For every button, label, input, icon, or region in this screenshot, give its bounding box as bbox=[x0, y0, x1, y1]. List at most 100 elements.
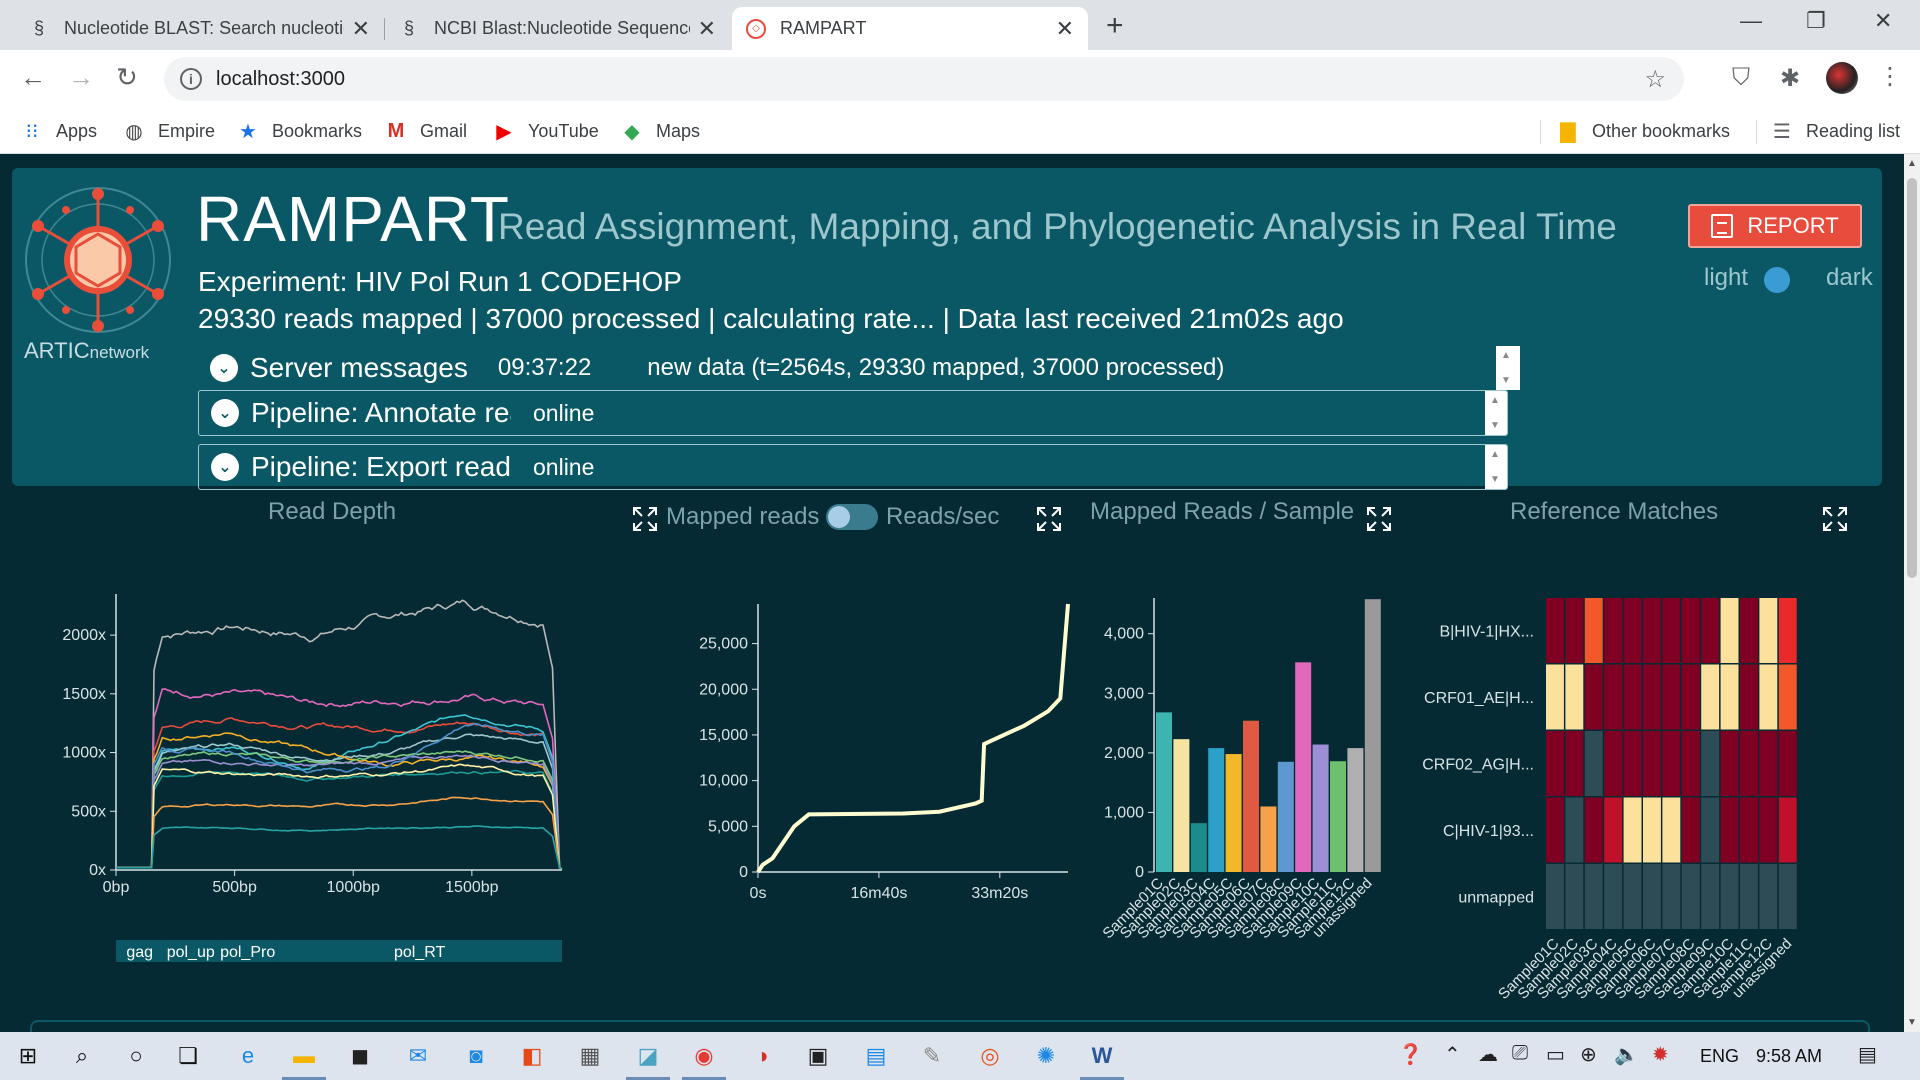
bookmark-separator bbox=[1756, 120, 1757, 144]
settings-icon[interactable]: ✺ bbox=[1030, 1040, 1062, 1072]
bookmark-bookmarks[interactable]: ★ Bookmarks bbox=[236, 114, 362, 148]
pipeline-scrollbar[interactable]: ▲ ▼ bbox=[1485, 391, 1507, 435]
page-scrollbar[interactable]: ▲ ▼ bbox=[1904, 154, 1920, 1032]
theme-toggle[interactable]: light dark bbox=[1692, 264, 1873, 294]
reload-icon[interactable]: ↻ bbox=[116, 62, 138, 93]
heatmap-cell bbox=[1662, 664, 1681, 730]
cortana-icon[interactable]: ○ bbox=[120, 1040, 152, 1072]
network-icon[interactable]: ⊕ bbox=[1580, 1042, 1597, 1067]
onedrive-icon[interactable]: ☁ bbox=[1478, 1042, 1498, 1067]
bookmark-empire[interactable]: ◍ Empire bbox=[122, 114, 215, 148]
bookmark-label: Gmail bbox=[420, 120, 468, 141]
tab-title: RAMPART bbox=[780, 18, 867, 38]
tab-rampart[interactable]: ◇ RAMPART ✕ bbox=[732, 7, 1088, 50]
sample-bar-Sample04C bbox=[1208, 748, 1225, 872]
chevron-down-icon[interactable]: ⌄ bbox=[211, 453, 239, 481]
x-tick-label: 0bp bbox=[103, 879, 130, 896]
help-icon[interactable]: ❓ bbox=[1398, 1042, 1423, 1067]
scrollbar-thumb[interactable] bbox=[1907, 178, 1917, 578]
bookmark-maps[interactable]: ◆ Maps bbox=[620, 114, 700, 148]
ubuntu-icon[interactable]: ◎ bbox=[974, 1040, 1006, 1072]
7zip-icon[interactable]: ▣ bbox=[802, 1040, 834, 1072]
address-bar[interactable]: i localhost:3000 ☆ bbox=[164, 57, 1684, 101]
new-tab-icon[interactable]: + bbox=[1106, 9, 1124, 43]
task-view-icon[interactable]: ❏ bbox=[172, 1040, 204, 1072]
office-icon[interactable]: ◧ bbox=[516, 1040, 548, 1072]
report-label: REPORT bbox=[1747, 213, 1839, 238]
extensions-icon[interactable]: ✱ bbox=[1780, 64, 1800, 93]
windows-taskbar: ⊞ ⌕ ○ ❏ e ▬ ◼ ✉ ◙ ◧ ▦ ◪ ◉ ◑ ▣ ▤ ✎ ◎ ✺ W … bbox=[0, 1032, 1920, 1080]
paint-icon[interactable]: ✎ bbox=[916, 1040, 948, 1072]
store-icon[interactable]: ◼ bbox=[344, 1040, 376, 1072]
search-icon[interactable]: ⌕ bbox=[66, 1040, 98, 1072]
youtube-icon: ▶ bbox=[496, 120, 512, 143]
chevron-up-icon[interactable]: ⌃ bbox=[1444, 1042, 1461, 1067]
bookmark-label: Other bookmarks bbox=[1592, 120, 1731, 141]
volume-icon[interactable]: 🔈 bbox=[1614, 1042, 1639, 1067]
notification-app-icon[interactable]: ✹ bbox=[1652, 1042, 1669, 1067]
bookmark-star-icon[interactable]: ☆ bbox=[1644, 65, 1666, 94]
mail-icon[interactable]: ✉ bbox=[402, 1040, 434, 1072]
display-icon[interactable]: ▤ bbox=[860, 1040, 892, 1072]
expand-icon[interactable] bbox=[1366, 506, 1392, 532]
server-message-text: new data (t=2564s, 29330 mapped, 37000 p… bbox=[647, 354, 1225, 381]
mapped-per-sample-chart: 01,0002,0003,0004,000Sample01CSample02CS… bbox=[1099, 598, 1381, 942]
app-red-icon[interactable]: ◑ bbox=[746, 1040, 778, 1072]
expand-icon[interactable] bbox=[1822, 506, 1848, 532]
theme-toggle-knob[interactable] bbox=[1764, 267, 1790, 293]
heatmap-cell bbox=[1546, 731, 1564, 796]
shield-icon[interactable]: ⛉ bbox=[1732, 64, 1750, 92]
pipeline-scrollbar[interactable]: ▲ ▼ bbox=[1485, 445, 1507, 489]
depth-series-line-11 bbox=[116, 796, 563, 870]
restore-icon[interactable]: ❐ bbox=[1806, 8, 1826, 34]
tab-blast-nucleotide[interactable]: § NCBI Blast:Nucleotide Sequence ✕ bbox=[384, 7, 730, 50]
reads-rate-toggle[interactable] bbox=[826, 504, 878, 530]
minimize-icon[interactable]: — bbox=[1740, 8, 1762, 34]
chevron-down-icon[interactable]: ⌄ bbox=[210, 354, 238, 382]
close-tab-icon[interactable]: ✕ bbox=[352, 16, 370, 42]
chrome-icon[interactable]: ◉ bbox=[682, 1040, 726, 1080]
zoom-icon[interactable]: ◙ bbox=[460, 1040, 492, 1072]
close-tab-icon[interactable]: ✕ bbox=[1056, 16, 1074, 42]
pipeline-status: online bbox=[533, 399, 595, 426]
heatmap-cell bbox=[1759, 731, 1778, 796]
close-window-icon[interactable]: ✕ bbox=[1874, 8, 1892, 34]
word-icon[interactable]: W bbox=[1080, 1040, 1124, 1080]
bookmark-gmail[interactable]: M Gmail bbox=[384, 114, 467, 148]
info-icon[interactable]: i bbox=[180, 68, 202, 90]
calculator-icon[interactable]: ▦ bbox=[574, 1040, 606, 1072]
tab-blast-search[interactable]: § Nucleotide BLAST: Search nucleotide da… bbox=[14, 7, 384, 50]
heatmap-cell bbox=[1701, 731, 1720, 796]
y-tick-label: 10,000 bbox=[700, 773, 748, 790]
menu-icon[interactable]: ⋮ bbox=[1878, 62, 1902, 91]
forward-icon[interactable]: → bbox=[68, 62, 94, 93]
tray-app-icon[interactable]: ⎚ bbox=[1512, 1042, 1528, 1065]
clock[interactable]: 9:58 AM bbox=[1756, 1046, 1822, 1067]
back-icon[interactable]: ← bbox=[20, 62, 46, 93]
bookmark-youtube[interactable]: ▶ YouTube bbox=[492, 114, 598, 148]
chevron-down-icon[interactable]: ⌄ bbox=[211, 399, 239, 427]
heatmap-cell bbox=[1759, 864, 1778, 929]
file-explorer-icon[interactable]: ▬ bbox=[282, 1040, 326, 1080]
close-tab-icon[interactable]: ✕ bbox=[698, 16, 716, 42]
tab-title: Nucleotide BLAST: Search nucleotide data… bbox=[64, 18, 344, 38]
bookmark-apps[interactable]: ⁝⁝ Apps bbox=[20, 114, 97, 148]
app-icon[interactable]: ◪ bbox=[626, 1040, 670, 1080]
y-tick-label: 15,000 bbox=[700, 727, 748, 744]
heatmap-cell bbox=[1643, 864, 1661, 929]
language-indicator[interactable]: ENG bbox=[1700, 1046, 1739, 1067]
reading-list[interactable]: ☰ Reading list bbox=[1770, 114, 1900, 148]
expand-icon[interactable] bbox=[632, 506, 658, 532]
avatar[interactable] bbox=[1826, 62, 1858, 94]
battery-icon[interactable]: ▭ bbox=[1546, 1042, 1565, 1067]
edge-icon[interactable]: e bbox=[232, 1040, 264, 1072]
genome-feature-label: gag bbox=[126, 944, 153, 961]
expand-icon[interactable] bbox=[1036, 506, 1062, 532]
report-button[interactable]: REPORT bbox=[1688, 204, 1862, 248]
header-panel: ARTICnetwork RAMPART Read Assignment, Ma… bbox=[12, 168, 1882, 490]
messages-scrollbar[interactable]: ▲ ▼ bbox=[1496, 346, 1520, 390]
sample-bar-Sample03C bbox=[1190, 823, 1207, 872]
bookmark-other[interactable]: ▇ Other bookmarks bbox=[1556, 114, 1730, 148]
action-center-icon[interactable]: ▤ bbox=[1858, 1042, 1877, 1067]
start-icon[interactable]: ⊞ bbox=[12, 1040, 44, 1072]
